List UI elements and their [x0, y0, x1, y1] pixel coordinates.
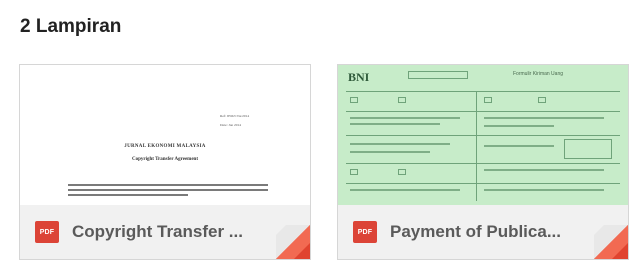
preview-text-line: [68, 184, 268, 186]
preview-rule: [346, 135, 620, 136]
attachment-preview-thumbnail[interactable]: Ref: JEM/CTA/2014 Date: Jan 2014 JURNAL …: [20, 65, 310, 205]
preview-form-box: [484, 97, 492, 103]
preview-form-box: [398, 169, 406, 175]
preview-form-box: [408, 71, 468, 79]
attachment-footer[interactable]: PDF Copyright Transfer ...: [20, 205, 310, 259]
preview-subtitle: Copyright Transfer Agreement: [131, 157, 198, 162]
preview-text-line: [350, 123, 440, 125]
pdf-icon: PDF: [35, 221, 59, 243]
preview-text-line: [350, 151, 430, 153]
preview-text-line: [350, 143, 450, 145]
preview-text-line: [68, 189, 268, 191]
preview-text-line: [484, 189, 604, 191]
preview-rule: [346, 111, 620, 112]
attachment-footer[interactable]: PDF Payment of Publica...: [338, 205, 628, 259]
preview-text-line: [68, 194, 188, 196]
preview-meta-line: Date: Jan 2014: [220, 123, 241, 127]
page-curl-corner-icon: [594, 225, 628, 259]
attachment-card-copyright-transfer[interactable]: Ref: JEM/CTA/2014 Date: Jan 2014 JURNAL …: [19, 64, 311, 260]
preview-text-line: [350, 117, 460, 119]
preview-text-line: [350, 189, 460, 191]
page-curl-corner-icon: [276, 225, 310, 259]
attachment-card-payment-of-publication[interactable]: BNI Formulir Kiriman Uang PDF Payment of…: [337, 64, 629, 260]
preview-text-line: [484, 145, 554, 147]
preview-form-box: [538, 97, 546, 103]
preview-text-line: [484, 169, 604, 171]
attachment-filename[interactable]: Copyright Transfer ...: [72, 221, 272, 243]
attachment-filename[interactable]: Payment of Publica...: [390, 221, 590, 243]
preview-form-title: Formulir Kiriman Uang: [513, 71, 564, 77]
preview-text-line: [484, 117, 604, 119]
preview-rule: [476, 91, 477, 201]
preview-rule: [346, 91, 620, 92]
pdf-icon: PDF: [353, 221, 377, 243]
bni-logo: BNI: [348, 70, 370, 84]
preview-rule: [346, 183, 620, 184]
preview-form-box: [564, 139, 612, 159]
preview-rule: [346, 163, 620, 164]
preview-text-line: [484, 125, 554, 127]
preview-form-box: [350, 169, 358, 175]
preview-form-box: [350, 97, 358, 103]
preview-form-box: [398, 97, 406, 103]
preview-meta-line: Ref: JEM/CTA/2014: [220, 114, 250, 118]
attachments-heading: 2 Lampiran: [20, 16, 122, 37]
preview-title: JURNAL EKONOMI MALAYSIA: [124, 144, 206, 149]
attachment-preview-thumbnail[interactable]: BNI Formulir Kiriman Uang: [338, 65, 628, 205]
